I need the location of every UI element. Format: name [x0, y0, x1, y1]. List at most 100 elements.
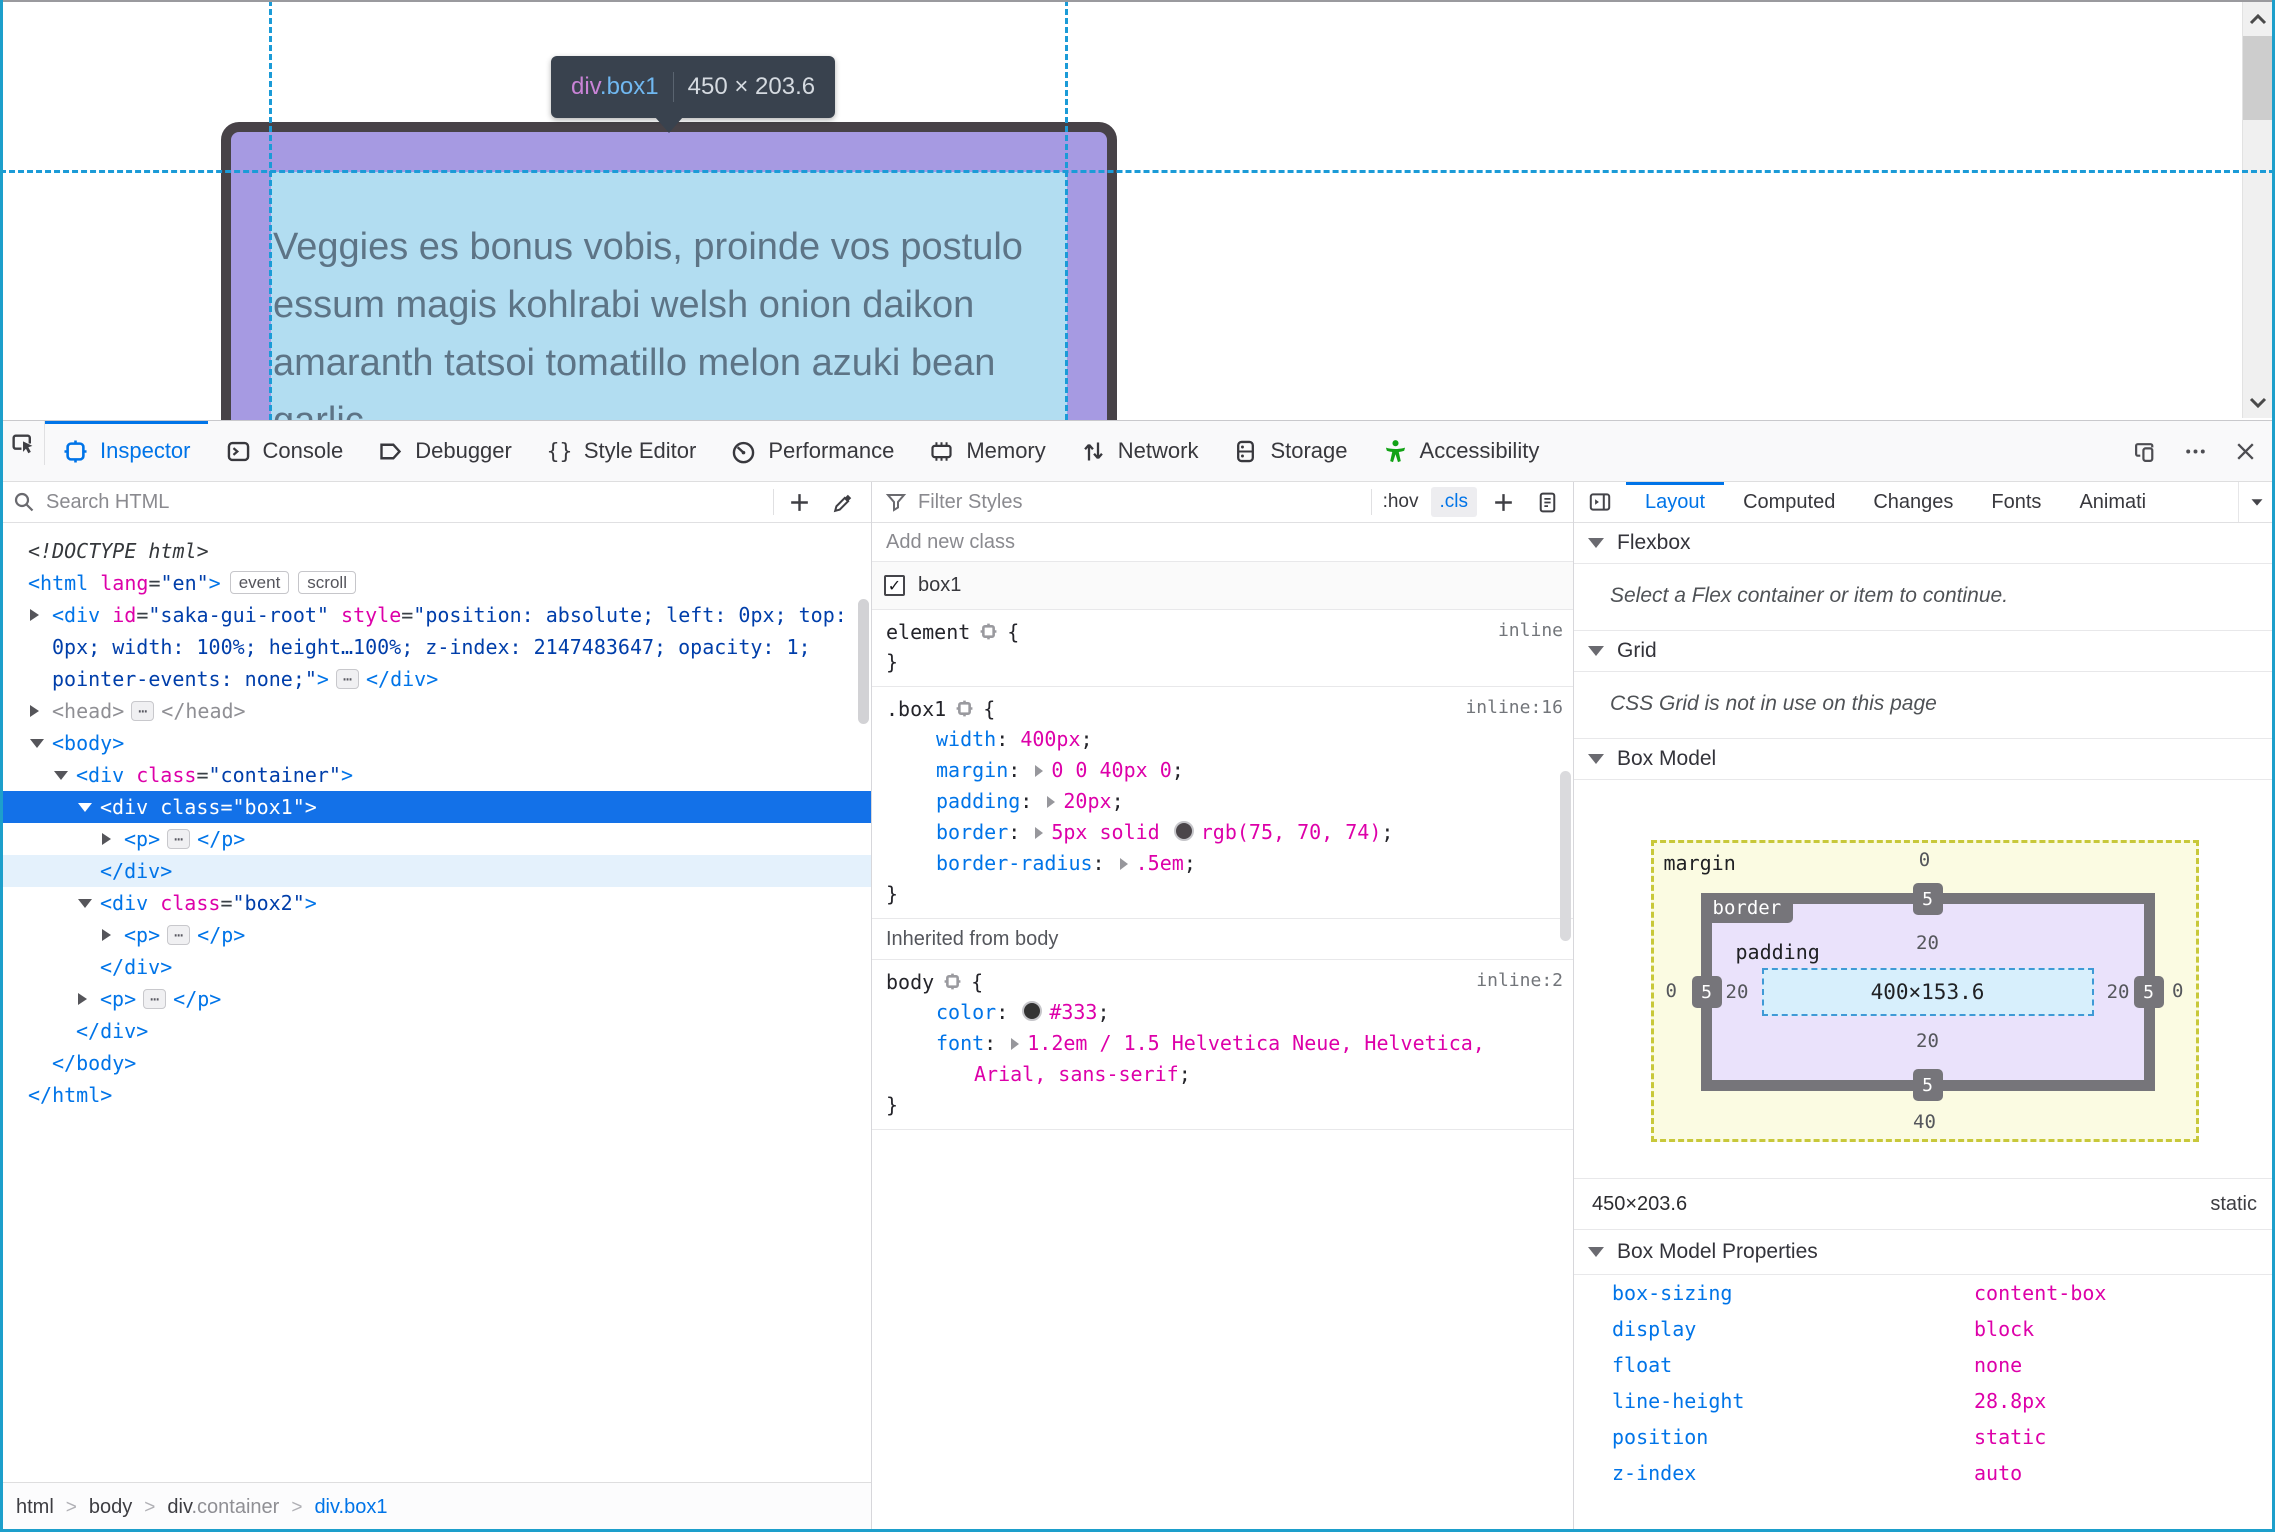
- tab-network[interactable]: Network: [1063, 421, 1216, 481]
- rule-selector[interactable]: body: [886, 970, 934, 994]
- box-model-properties-header[interactable]: Box Model Properties: [1574, 1230, 2275, 1275]
- rule-selector[interactable]: element: [886, 620, 970, 644]
- rule-source-link[interactable]: inline:2: [1476, 970, 1563, 991]
- collapse-arrow-icon[interactable]: [54, 771, 68, 780]
- sidebar-tab-fonts[interactable]: Fonts: [1972, 482, 2060, 522]
- eyedropper-icon[interactable]: [821, 480, 865, 524]
- border-right-value[interactable]: 5: [2133, 976, 2164, 1008]
- toggle-pseudo-class-button[interactable]: :hov: [1375, 491, 1427, 513]
- box-model-margin-layer[interactable]: margin 0 40 0 0 border padding 20 20 20: [1650, 840, 2199, 1142]
- inline-ellipsis-badge[interactable]: ⋯: [131, 701, 155, 721]
- tab-console[interactable]: Console: [208, 421, 361, 481]
- dom-tree-line[interactable]: <div class="box2">: [0, 887, 871, 919]
- expand-arrow-icon[interactable]: [102, 833, 111, 845]
- css-declaration[interactable]: border-radius: .5em;: [886, 848, 1563, 879]
- sidebar-tab-layout[interactable]: Layout: [1626, 482, 1725, 522]
- dom-tree-line[interactable]: <body>: [0, 727, 871, 759]
- event-badge[interactable]: event: [229, 571, 290, 594]
- page-scrollbar[interactable]: [2242, 2, 2273, 418]
- margin-right-value[interactable]: 0: [2172, 980, 2183, 1002]
- expand-value-icon[interactable]: [1011, 1038, 1020, 1050]
- property-name[interactable]: z-index: [1612, 1461, 1974, 1485]
- breadcrumb-item[interactable]: body: [89, 1496, 132, 1519]
- expand-arrow-icon[interactable]: [78, 993, 87, 1005]
- css-declaration[interactable]: margin: 0 0 40px 0;: [886, 755, 1563, 786]
- css-declaration[interactable]: width: 400px;: [886, 724, 1563, 755]
- rule-selector[interactable]: .box1: [886, 697, 946, 721]
- padding-left-value[interactable]: 20: [1726, 981, 1749, 1003]
- responsive-mode-icon[interactable]: [2123, 429, 2167, 473]
- selector-highlighter-icon[interactable]: [979, 622, 998, 641]
- dom-tree-line[interactable]: </body>: [0, 1047, 871, 1079]
- dom-tree-line[interactable]: <div class="container">: [0, 759, 871, 791]
- flexbox-section-header[interactable]: Flexbox: [1574, 523, 2275, 564]
- property-name[interactable]: box-sizing: [1612, 1281, 1974, 1305]
- inline-ellipsis-badge[interactable]: ⋯: [143, 989, 167, 1009]
- sidebar-tab-animati[interactable]: Animati: [2060, 482, 2165, 522]
- sidebar-tab-computed[interactable]: Computed: [1724, 482, 1854, 522]
- dom-tree-line[interactable]: </div>: [0, 1015, 871, 1047]
- property-name[interactable]: display: [1612, 1317, 1974, 1341]
- dom-tree-line[interactable]: <!DOCTYPE html>: [0, 535, 871, 567]
- tab-storage[interactable]: Storage: [1215, 421, 1364, 481]
- breadcrumb-item[interactable]: div.box1: [314, 1496, 387, 1519]
- print-media-icon[interactable]: [1525, 480, 1569, 524]
- scroll-down-icon[interactable]: [2246, 390, 2270, 414]
- padding-bottom-value[interactable]: 20: [1916, 1030, 1939, 1052]
- css-declaration[interactable]: border: 5px solid rgb(75, 70, 74);: [886, 817, 1563, 848]
- expand-value-icon[interactable]: [1119, 858, 1128, 870]
- class-checkbox[interactable]: ✓: [884, 575, 905, 596]
- sidebar-toggle-icon[interactable]: [1574, 482, 1626, 522]
- node-picker-icon[interactable]: [0, 421, 45, 465]
- all-tabs-dropdown-icon[interactable]: [2238, 482, 2275, 522]
- scroll-up-icon[interactable]: [2246, 8, 2270, 32]
- menu-icon[interactable]: [2173, 429, 2217, 473]
- dom-tree-line[interactable]: pointer-events: none;"> ⋯ </div>: [0, 663, 871, 695]
- toggle-classes-button[interactable]: .cls: [1430, 487, 1477, 517]
- expand-value-icon[interactable]: [1035, 827, 1044, 839]
- grid-section-header[interactable]: Grid: [1574, 631, 2275, 672]
- add-rule-icon[interactable]: [1481, 480, 1525, 524]
- selector-highlighter-icon[interactable]: [955, 699, 974, 718]
- box-model-section-header[interactable]: Box Model: [1574, 739, 2275, 780]
- sidebar-tab-changes[interactable]: Changes: [1854, 482, 1972, 522]
- expand-arrow-icon[interactable]: [30, 609, 39, 621]
- collapse-arrow-icon[interactable]: [30, 739, 44, 748]
- property-name[interactable]: position: [1612, 1425, 1974, 1449]
- padding-right-value[interactable]: 20: [2107, 981, 2130, 1003]
- tab-accessibility[interactable]: Accessibility: [1365, 421, 1557, 481]
- styles-scrollbar-thumb[interactable]: [1560, 771, 1571, 941]
- margin-bottom-value[interactable]: 40: [1913, 1111, 1936, 1133]
- dom-tree-line[interactable]: <html lang="en"> event scroll: [0, 567, 871, 599]
- dom-tree-line[interactable]: <div id="saka-gui-root" style="position:…: [0, 599, 871, 631]
- inline-ellipsis-badge[interactable]: ⋯: [335, 669, 359, 689]
- dom-tree-line[interactable]: 0px; width: 100%; height…100%; z-index: …: [0, 631, 871, 663]
- rule-source-link[interactable]: inline: [1498, 620, 1563, 641]
- tab-memory[interactable]: Memory: [911, 421, 1062, 481]
- scrollbar-thumb[interactable]: [2243, 36, 2273, 120]
- expand-value-icon[interactable]: [1047, 796, 1056, 808]
- expand-arrow-icon[interactable]: [30, 705, 39, 717]
- tab-inspector[interactable]: Inspector: [45, 421, 208, 481]
- breadcrumb-item[interactable]: html: [16, 1496, 54, 1519]
- tab-style-editor[interactable]: {} Style Editor: [529, 421, 714, 481]
- box-model-content-box[interactable]: 400×153.6: [1761, 968, 2094, 1016]
- css-declaration[interactable]: color: #333;: [886, 997, 1563, 1028]
- search-html-input[interactable]: [44, 489, 770, 515]
- expand-arrow-icon[interactable]: [102, 929, 111, 941]
- inline-ellipsis-badge[interactable]: ⋯: [167, 829, 191, 849]
- tab-debugger[interactable]: Debugger: [360, 421, 529, 481]
- color-swatch[interactable]: [1022, 1001, 1043, 1021]
- scroll-badge[interactable]: scroll: [298, 571, 356, 594]
- border-top-value[interactable]: 5: [1912, 883, 1943, 915]
- dom-tree-line[interactable]: <p> ⋯ </p>: [0, 823, 871, 855]
- property-name[interactable]: float: [1612, 1353, 1974, 1377]
- margin-top-value[interactable]: 0: [1919, 849, 1930, 871]
- dom-tree-line[interactable]: <head> ⋯ </head>: [0, 695, 871, 727]
- margin-left-value[interactable]: 0: [1666, 980, 1677, 1002]
- add-new-class-input[interactable]: [884, 529, 1561, 555]
- selector-highlighter-icon[interactable]: [943, 972, 962, 991]
- close-icon[interactable]: [2223, 429, 2267, 473]
- dom-tree-line[interactable]: </html>: [0, 1079, 871, 1111]
- expand-value-icon[interactable]: [1035, 765, 1044, 777]
